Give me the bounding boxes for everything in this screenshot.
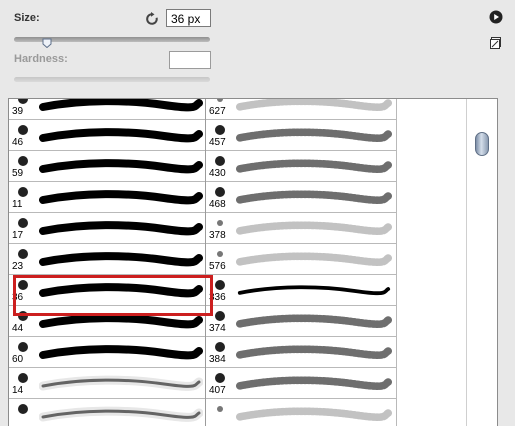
- brush-stroke-preview: [39, 123, 203, 147]
- brush-size-number: 39: [12, 106, 24, 117]
- brush-size-number: 14: [12, 385, 24, 396]
- brush-stroke-preview: [39, 154, 203, 178]
- brush-size-number: 11: [12, 199, 23, 210]
- brush-stroke-preview: [236, 216, 392, 240]
- brush-preset-457[interactable]: 457: [206, 120, 396, 151]
- brush-size-number: 46: [12, 137, 24, 148]
- brush-size-number: 384: [209, 354, 226, 365]
- brush-preset-59[interactable]: 59: [9, 151, 205, 182]
- brush-preset-14[interactable]: 14: [9, 368, 205, 399]
- brush-preset-627[interactable]: 627: [206, 99, 396, 120]
- brush-stroke-preview: [38, 402, 204, 426]
- brush-stroke-preview: [39, 216, 203, 240]
- brush-preset-374[interactable]: 374: [206, 306, 396, 337]
- brush-preset-partial[interactable]: [9, 399, 205, 426]
- brush-tip-icon: [210, 339, 232, 355]
- brush-tip-icon: [13, 401, 35, 417]
- brush-preset-430[interactable]: 430: [206, 151, 396, 182]
- brush-preset-468[interactable]: 468: [206, 182, 396, 213]
- brush-stroke-preview: [236, 154, 392, 178]
- brush-size-number: 576: [209, 261, 226, 272]
- brush-preset-336[interactable]: 336: [206, 275, 396, 306]
- brush-tip-icon: [210, 184, 232, 200]
- brush-preset-11[interactable]: 11: [9, 182, 205, 213]
- brush-size-number: 468: [209, 199, 226, 210]
- brush-tip-icon: [13, 215, 35, 231]
- brush-size-number: 457: [209, 137, 226, 148]
- brush-preset-46[interactable]: 46: [9, 120, 205, 151]
- brush-size-number: 374: [209, 323, 226, 334]
- panel-menu-icon[interactable]: [489, 10, 503, 24]
- brush-tip-icon: [13, 339, 35, 355]
- brush-preset-17[interactable]: 17: [9, 213, 205, 244]
- brush-stroke-preview: [236, 402, 392, 426]
- brush-tip-icon: [13, 153, 35, 169]
- brush-tip-icon: [210, 215, 232, 231]
- brush-size-number: 627: [209, 106, 226, 117]
- brush-preset-60[interactable]: 60: [9, 337, 205, 368]
- brush-preset-576[interactable]: 576: [206, 244, 396, 275]
- brush-preset-list: 39 46 59 11 17 23 36 44 60 14 627 457 430 468 378 576 3…: [8, 98, 498, 426]
- brush-preset-partial[interactable]: [206, 399, 396, 426]
- brush-size-number: 59: [12, 168, 24, 179]
- size-input[interactable]: 36 px: [166, 9, 211, 27]
- brush-stroke-preview: [236, 99, 392, 116]
- brush-stroke-preview: [39, 99, 203, 116]
- brush-column-left: 39 46 59 11 17 23 36 44 60 14: [9, 99, 205, 426]
- brush-tip-icon: [210, 277, 232, 293]
- brush-tip-icon: [13, 246, 35, 262]
- brush-tip-icon: [210, 401, 232, 417]
- brush-preset-378[interactable]: 378: [206, 213, 396, 244]
- brush-tip-icon: [210, 370, 232, 386]
- brush-preset-39[interactable]: 39: [9, 99, 205, 120]
- brush-tip-icon: [13, 122, 35, 138]
- brush-stroke-preview: [38, 371, 204, 395]
- brush-size-number: 17: [12, 230, 24, 241]
- brush-tip-icon: [13, 184, 35, 200]
- brush-stroke-preview: [236, 123, 392, 147]
- vertical-scrollbar[interactable]: [466, 99, 497, 426]
- hardness-input[interactable]: [169, 51, 211, 69]
- brush-preset-384[interactable]: 384: [206, 337, 396, 368]
- brush-tip-icon: [210, 122, 232, 138]
- size-slider-thumb[interactable]: [42, 35, 52, 49]
- brush-stroke-preview: [39, 247, 203, 271]
- brush-stroke-preview: [39, 185, 203, 209]
- brush-size-number: 23: [12, 261, 24, 272]
- brush-size-number: 378: [209, 230, 226, 241]
- brush-tip-icon: [13, 370, 35, 386]
- brush-stroke-preview: [236, 185, 392, 209]
- hardness-label: Hardness:: [14, 53, 68, 65]
- brush-size-number: 44: [12, 323, 24, 334]
- brush-preset-407[interactable]: 407: [206, 368, 396, 399]
- column-edge: [396, 99, 397, 426]
- brush-preset-23[interactable]: 23: [9, 244, 205, 275]
- brush-tip-icon: [210, 246, 232, 262]
- brush-column-right: 627 457 430 468 378 576 336 374 384 407: [206, 99, 396, 426]
- hardness-slider-track: [14, 77, 210, 82]
- brush-stroke-preview: [236, 340, 392, 364]
- brush-size-number: 430: [209, 168, 226, 179]
- brush-stroke-preview: [39, 340, 203, 364]
- size-label: Size:: [14, 12, 40, 24]
- brush-tip-icon: [210, 153, 232, 169]
- brush-stroke-preview: [236, 278, 392, 302]
- brush-tip-icon: [210, 308, 232, 324]
- selected-brush-highlight: [13, 275, 213, 316]
- brush-stroke-preview: [236, 371, 392, 395]
- new-preset-icon[interactable]: [489, 36, 503, 50]
- brush-stroke-preview: [236, 309, 392, 333]
- brush-size-number: 407: [209, 385, 226, 396]
- brush-stroke-preview: [236, 247, 392, 271]
- brush-options-panel: Size: 36 px Hardness:: [0, 0, 515, 95]
- brush-size-number: 60: [12, 354, 24, 365]
- reset-size-icon[interactable]: [144, 11, 160, 27]
- scrollbar-thumb[interactable]: [475, 132, 489, 156]
